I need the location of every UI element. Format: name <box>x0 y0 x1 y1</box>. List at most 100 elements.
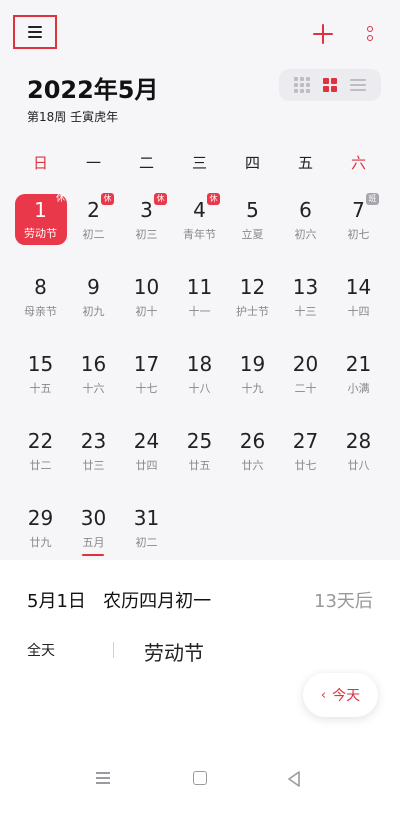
lunar-label: 劳动节 <box>24 227 57 240</box>
day-cell[interactable]: 30 五月 <box>67 502 120 560</box>
day-cell[interactable]: 22 廿二 <box>14 425 67 483</box>
add-event-button[interactable] <box>313 24 333 44</box>
day-cell[interactable]: 21 小满 <box>332 348 385 406</box>
day-cell[interactable]: 4 青年节休 <box>173 193 226 252</box>
day-number: 31 <box>133 506 160 530</box>
today-button[interactable]: ‹ 今天 <box>303 673 378 717</box>
grid-4-icon <box>323 78 337 92</box>
day-number: 11 <box>186 275 213 299</box>
day-cell[interactable]: 14 十四 <box>332 271 385 329</box>
day-cell[interactable]: 17 十七 <box>120 348 173 406</box>
day-cell[interactable]: 8 母亲节 <box>14 271 67 329</box>
lunar-label: 廿九 <box>29 536 52 549</box>
grid-9-icon <box>294 77 310 93</box>
lunar-label: 廿三 <box>82 459 105 472</box>
lunar-label: 廿四 <box>135 459 158 472</box>
day-number: 29 <box>27 506 54 530</box>
lunar-label: 十一 <box>188 305 211 318</box>
day-cell[interactable]: 11 十一 <box>173 271 226 329</box>
workday-badge: 班 <box>366 193 379 205</box>
lunar-label: 小满 <box>347 382 370 395</box>
day-cell[interactable]: 19 十九 <box>226 348 279 406</box>
lunar-label: 廿六 <box>241 459 264 472</box>
lunar-label: 廿二 <box>29 459 52 472</box>
day-cell[interactable]: 28 廿八 <box>332 425 385 483</box>
weekday-label: 日 <box>32 154 48 172</box>
home-icon[interactable] <box>193 771 207 785</box>
view-switcher <box>279 69 381 101</box>
day-number: 22 <box>27 429 54 453</box>
lunar-label: 十九 <box>241 382 264 395</box>
day-number: 24 <box>133 429 160 453</box>
day-cell[interactable]: 26 廿六 <box>226 425 279 483</box>
day-cell[interactable]: 27 廿七 <box>279 425 332 483</box>
day-cell[interactable]: 25 廿五 <box>173 425 226 483</box>
lunar-label: 二十 <box>294 382 317 395</box>
day-cell[interactable]: 23 廿三 <box>67 425 120 483</box>
day-number: 27 <box>292 429 319 453</box>
day-cell[interactable]: 13 十三 <box>279 271 332 329</box>
lunar-label: 五月 <box>82 536 105 549</box>
day-number: 18 <box>186 352 213 376</box>
today-indicator <box>82 554 104 556</box>
event-item[interactable]: 劳动节 <box>144 637 204 666</box>
day-cell[interactable]: 6 初六 <box>279 194 332 252</box>
day-number: 21 <box>345 352 372 376</box>
lunar-label: 立夏 <box>241 228 264 241</box>
month-title[interactable]: 2022年5月 <box>27 70 159 105</box>
week-subtitle: 第18周 壬寅虎年 <box>27 110 119 124</box>
month-view-button[interactable] <box>322 77 338 93</box>
day-number: 9 <box>87 275 100 299</box>
day-cell[interactable]: 9 初九 <box>67 271 120 329</box>
weekday-label: 一 <box>85 154 101 172</box>
day-number: 15 <box>27 352 54 376</box>
holiday-badge: 休 <box>207 193 220 205</box>
chevron-left-icon: ‹ <box>320 687 327 703</box>
lunar-label: 初二 <box>82 228 105 241</box>
list-view-button[interactable] <box>350 77 366 93</box>
day-cell[interactable]: 18 十八 <box>173 348 226 406</box>
selected-date-solar: 5月1日 <box>27 591 86 612</box>
lunar-label: 廿五 <box>188 459 211 472</box>
day-cell[interactable]: 29 廿九 <box>14 502 67 560</box>
day-cell[interactable]: 31 初二 <box>120 502 173 560</box>
day-cell[interactable]: 16 十六 <box>67 348 120 406</box>
day-cell[interactable]: 10 初十 <box>120 271 173 329</box>
day-cell[interactable]: 20 二十 <box>279 348 332 406</box>
day-cell[interactable]: 3 初三休 <box>120 193 173 252</box>
holiday-badge: 休 <box>55 194 65 204</box>
day-cell[interactable]: 2 初二休 <box>67 193 120 252</box>
lunar-label: 十三 <box>294 305 317 318</box>
recent-apps-icon[interactable] <box>96 771 110 785</box>
menu-button[interactable] <box>13 15 57 49</box>
day-number: 17 <box>133 352 160 376</box>
selected-date-lunar: 农历四月初一 <box>103 591 212 612</box>
more-options-button[interactable] <box>364 24 376 44</box>
day-cell[interactable]: 15 十五 <box>14 348 67 406</box>
day-number: 28 <box>345 429 372 453</box>
lunar-label: 十六 <box>82 382 105 395</box>
lunar-label: 护士节 <box>236 305 269 318</box>
day-cell[interactable]: 7 初七班 <box>332 193 385 252</box>
lunar-label: 母亲节 <box>24 305 57 318</box>
lunar-label: 十七 <box>135 382 158 395</box>
day-cell[interactable]: 12 护士节 <box>226 271 279 329</box>
day-cell[interactable]: 24 廿四 <box>120 425 173 483</box>
menu-icon <box>28 25 42 39</box>
lunar-label: 青年节 <box>183 228 216 241</box>
day-number: 6 <box>299 198 312 222</box>
lunar-label: 十八 <box>188 382 211 395</box>
day-cell[interactable]: 1 劳动节休 <box>14 194 67 252</box>
day-number: 14 <box>345 275 372 299</box>
day-number: 8 <box>34 275 47 299</box>
lunar-label: 初七 <box>347 228 370 241</box>
weekday-label: 四 <box>244 154 260 172</box>
allday-label: 全天 <box>27 643 55 659</box>
lunar-label: 廿八 <box>347 459 370 472</box>
year-view-button[interactable] <box>294 77 310 93</box>
lunar-label: 初三 <box>135 228 158 241</box>
day-cell[interactable]: 5 立夏 <box>226 194 279 252</box>
lunar-label: 初六 <box>294 228 317 241</box>
day-number: 16 <box>80 352 107 376</box>
back-icon[interactable] <box>287 771 301 787</box>
